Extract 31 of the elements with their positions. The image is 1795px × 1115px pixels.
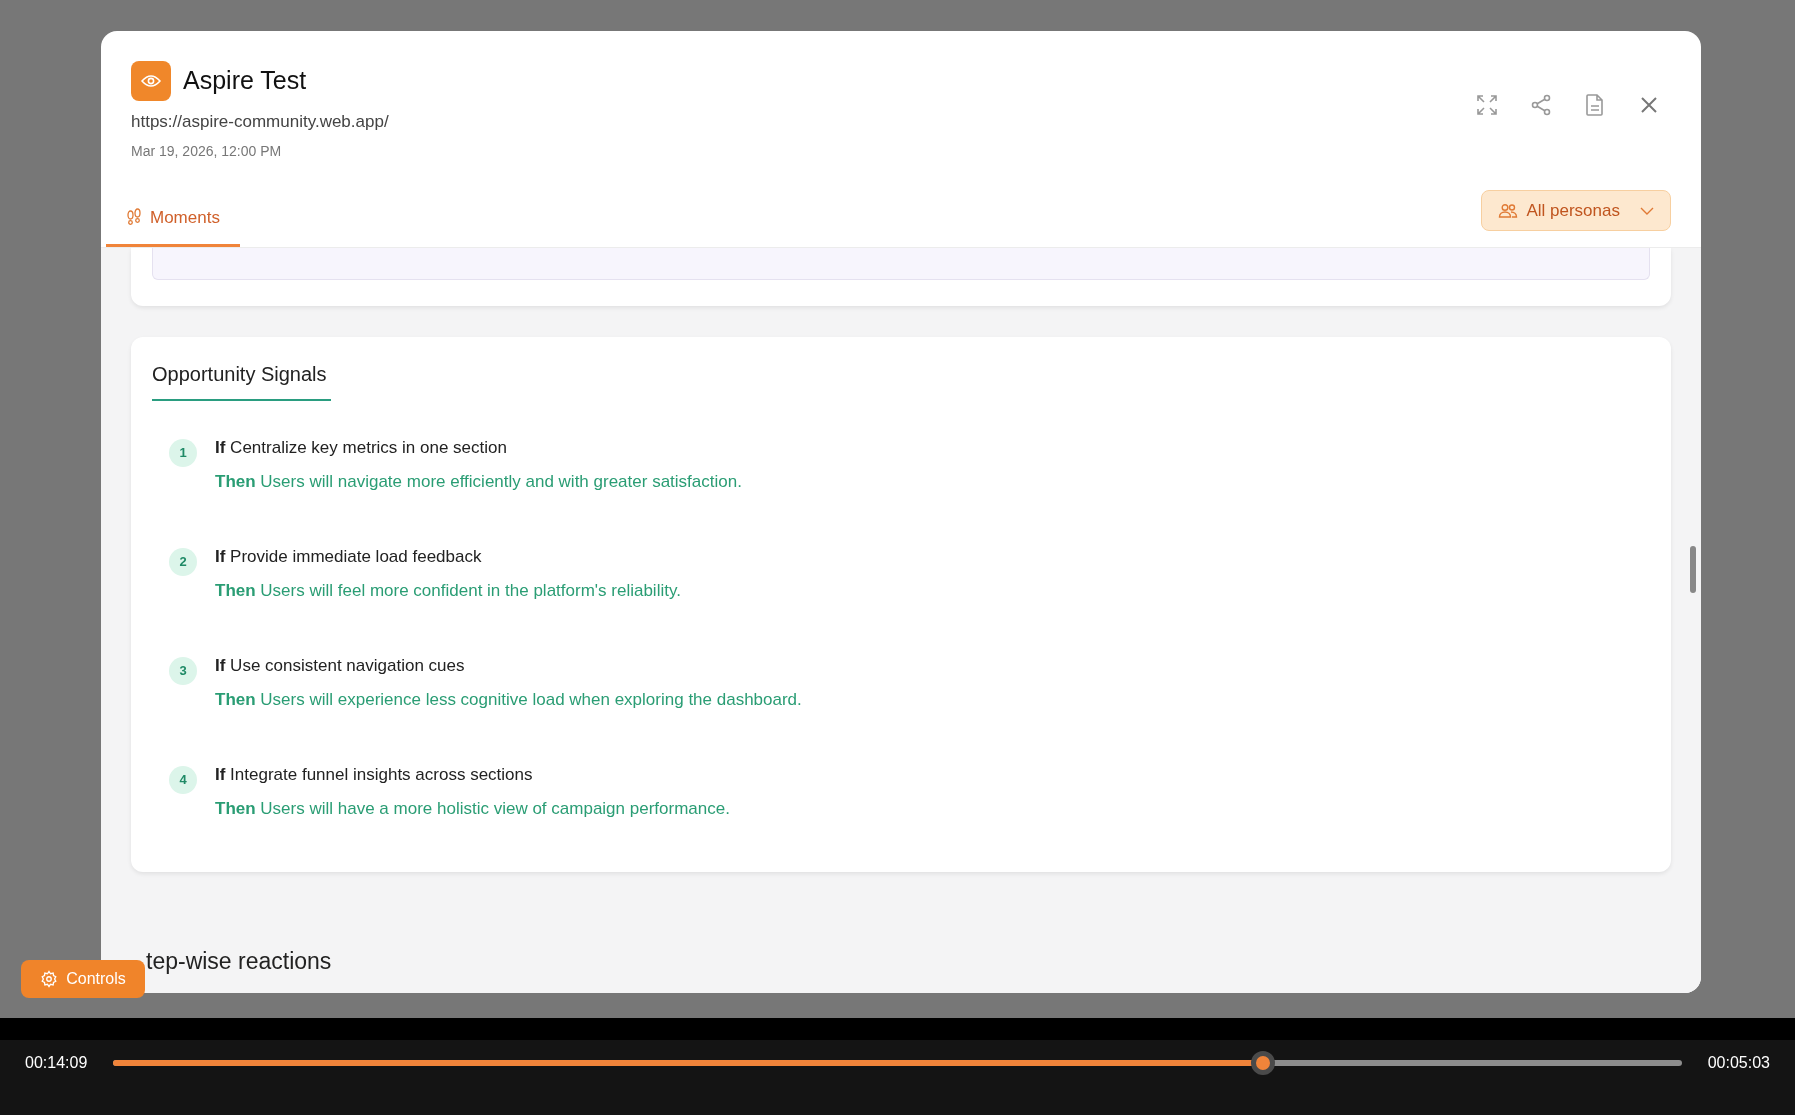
elapsed-time: 00:14:09	[25, 1052, 88, 1073]
people-icon	[1498, 202, 1519, 219]
step-number: 2	[169, 548, 197, 576]
outcome-text: Then Users will feel more confident in the platform's reliability.	[215, 579, 681, 602]
remaining-time: 00:05:03	[1707, 1052, 1770, 1073]
eye-icon	[131, 61, 171, 101]
footprints-icon	[126, 208, 142, 227]
outcome-text: Then Users will experience less cognitive load when exploring the dashboard.	[215, 688, 802, 711]
scrollbar-thumb[interactable]	[1690, 546, 1696, 593]
outcome-text: Then Users will have a more holistic view of campaign performance.	[215, 797, 730, 820]
url-text: https://aspire-community.web.app/	[131, 111, 389, 133]
condition-text: If Provide immediate load feedback	[215, 546, 483, 568]
section-title: Opportunity Signals	[152, 363, 328, 385]
progress-track[interactable]	[113, 1059, 1682, 1066]
step-number: 1	[169, 439, 197, 467]
persona-dropdown[interactable]: All personas	[1481, 190, 1671, 231]
condition-text: If Centralize key metrics in one section	[215, 437, 508, 459]
modal-title: Aspire Test	[183, 65, 307, 97]
progress-thumb[interactable]	[1250, 1050, 1275, 1075]
share-button[interactable]	[1529, 93, 1553, 117]
controls-button[interactable]: Controls	[21, 960, 145, 998]
date-text: Mar 19, 2026, 12:00 PM	[131, 141, 283, 161]
chevron-down-icon	[1640, 206, 1654, 215]
section-heading: tep-wise reactions	[146, 948, 332, 974]
step-number: 4	[169, 766, 197, 794]
step-number: 3	[169, 657, 197, 685]
condition-text: If Integrate funnel insights across sections	[215, 764, 534, 786]
condition-text: If Use consistent navigation cues	[215, 655, 466, 677]
fullscreen-button[interactable]	[1475, 93, 1499, 117]
gear-icon	[40, 970, 59, 988]
outcome-text: Then Users will navigate more efficiently and with greater satisfaction.	[215, 470, 742, 493]
